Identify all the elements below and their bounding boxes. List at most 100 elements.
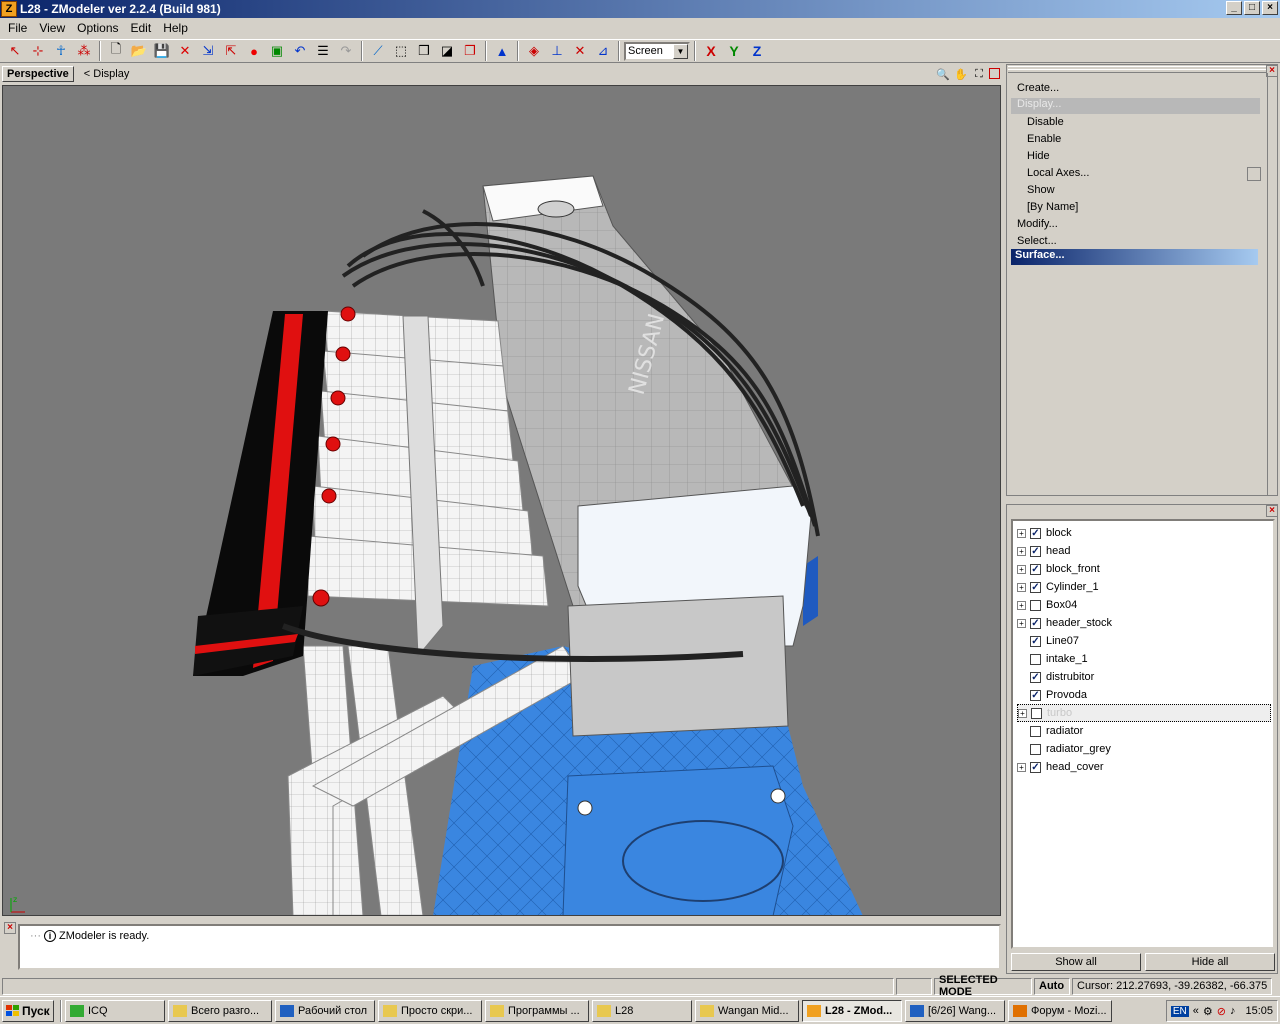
axis-yz-icon[interactable]: ⊿	[592, 40, 614, 62]
visibility-checkbox[interactable]	[1031, 707, 1042, 719]
zoom-icon[interactable]: 🔍	[935, 66, 951, 82]
object-row[interactable]: ✓ Line07	[1017, 632, 1079, 650]
visibility-checkbox[interactable]	[1030, 725, 1041, 737]
object-row[interactable]: + ✓ block_front	[1017, 560, 1100, 578]
visibility-checkbox[interactable]: ✓	[1030, 527, 1041, 539]
object-row[interactable]: + ✓ block	[1017, 524, 1072, 542]
3d-viewport[interactable]: NISSAN z	[2, 85, 1001, 916]
taskbar-button[interactable]: Рабочий стол	[275, 999, 375, 1022]
expand-icon[interactable]: +	[1017, 546, 1026, 556]
taskbar-button[interactable]: Wangan Mid...	[695, 999, 799, 1022]
object-row[interactable]: + turbo	[1017, 704, 1271, 722]
show-all-button[interactable]: Show all	[1011, 953, 1141, 971]
object-row[interactable]: + ✓ Cylinder_1	[1017, 578, 1099, 596]
menu-view[interactable]: View	[33, 21, 71, 35]
visibility-checkbox[interactable]	[1030, 653, 1041, 665]
taskbar-button[interactable]: [6/26] Wang...	[905, 999, 1005, 1022]
taskbar-button[interactable]: Просто скри...	[378, 999, 482, 1022]
object-row[interactable]: ✓ distrubitor	[1017, 668, 1094, 686]
new-file-icon[interactable]: 🗋	[105, 40, 127, 62]
close-list-icon[interactable]: ×	[1266, 505, 1278, 517]
object-row[interactable]: + ✓ head_cover	[1017, 758, 1104, 776]
menu-local-axes[interactable]: Local Axes...	[1027, 167, 1089, 179]
menu-create[interactable]: Create...	[1017, 82, 1059, 94]
menu-select[interactable]: Select...	[1017, 235, 1057, 247]
redo-icon[interactable]: ↷	[335, 40, 357, 62]
visibility-checkbox[interactable]: ✓	[1030, 617, 1041, 629]
sound-icon[interactable]: ♪	[1230, 1005, 1236, 1017]
status-auto[interactable]: Auto	[1034, 977, 1070, 995]
taskbar-button[interactable]: L28	[592, 999, 692, 1022]
record-icon[interactable]: ●	[243, 40, 265, 62]
menu-surface[interactable]: Surface...	[1011, 249, 1258, 265]
visibility-checkbox[interactable]	[1030, 743, 1041, 755]
visibility-checkbox[interactable]: ✓	[1030, 689, 1041, 701]
expand-icon[interactable]: +	[1017, 582, 1026, 592]
import-icon[interactable]: ⇲	[197, 40, 219, 62]
undo-icon[interactable]: ↶	[289, 40, 311, 62]
visibility-checkbox[interactable]: ✓	[1030, 671, 1041, 683]
menu-display[interactable]: Display...	[1011, 98, 1260, 114]
coord-system-select[interactable]: Screen ▼	[624, 41, 690, 61]
snap-icon[interactable]: ◈	[523, 40, 545, 62]
group-tool-icon[interactable]: ⁂	[73, 40, 95, 62]
visibility-checkbox[interactable]: ✓	[1030, 545, 1041, 557]
taskbar-button[interactable]: ICQ	[65, 999, 165, 1022]
visibility-checkbox[interactable]: ✓	[1030, 581, 1041, 593]
close-button[interactable]: ×	[1262, 1, 1278, 15]
tray-arrow-icon[interactable]: «	[1193, 1005, 1199, 1017]
options-box-icon[interactable]	[1247, 167, 1261, 181]
export-icon[interactable]: ⇱	[220, 40, 242, 62]
taskbar-button[interactable]: L28 - ZMod...	[802, 999, 902, 1022]
panel-scrollbar[interactable]	[1267, 73, 1277, 495]
axis-xz-icon[interactable]: ✕	[569, 40, 591, 62]
pick-tool-icon[interactable]: ⊹	[27, 40, 49, 62]
delete-icon[interactable]: ✕	[174, 40, 196, 62]
visibility-checkbox[interactable]: ✓	[1030, 761, 1041, 773]
axis-x-button[interactable]: X	[700, 40, 722, 62]
object-row[interactable]: intake_1	[1017, 650, 1088, 668]
maximize-button[interactable]: □	[1244, 1, 1260, 15]
taskbar-button[interactable]: Форум - Mozi...	[1008, 999, 1112, 1022]
cube-icon[interactable]: ❒	[413, 40, 435, 62]
antivirus-icon[interactable]: ⊘	[1217, 1005, 1226, 1018]
menu-enable[interactable]: Enable	[1027, 133, 1061, 145]
cube-red-icon[interactable]: ❐	[459, 40, 481, 62]
close-log-icon[interactable]: ×	[4, 922, 16, 934]
menu-edit[interactable]: Edit	[125, 21, 158, 35]
menu-file[interactable]: File	[2, 21, 33, 35]
fit-view-icon[interactable]: ⛶	[971, 66, 987, 82]
taskbar-button[interactable]: Всего разго...	[168, 999, 272, 1022]
viewport-tab-perspective[interactable]: Perspective	[2, 66, 74, 82]
start-button[interactable]: Пуск	[2, 999, 54, 1022]
box-view-icon[interactable]: ⬚	[390, 40, 412, 62]
select-tool-icon[interactable]: ↖	[4, 40, 26, 62]
object-row[interactable]: radiator_grey	[1017, 740, 1111, 758]
menu-disable[interactable]: Disable	[1027, 116, 1064, 128]
menu-options[interactable]: Options	[71, 21, 124, 35]
language-indicator[interactable]: EN	[1170, 1005, 1189, 1017]
object-row[interactable]: + ✓ head	[1017, 542, 1070, 560]
expand-icon[interactable]: +	[1017, 528, 1026, 538]
object-row[interactable]: + Box04	[1017, 596, 1077, 614]
texture-icon[interactable]: ▣	[266, 40, 288, 62]
expand-icon[interactable]: +	[1017, 618, 1026, 628]
object-row[interactable]: radiator	[1017, 722, 1083, 740]
cube-solid-icon[interactable]: ◪	[436, 40, 458, 62]
menu-hide[interactable]: Hide	[1027, 150, 1050, 162]
move-tool-icon[interactable]: ▲	[491, 40, 513, 62]
expand-icon[interactable]: +	[1017, 600, 1026, 610]
hide-all-button[interactable]: Hide all	[1145, 953, 1275, 971]
taskbar-button[interactable]: Программы ...	[485, 999, 589, 1022]
axes-icon[interactable]: ⟋	[367, 40, 389, 62]
visibility-checkbox[interactable]: ✓	[1030, 563, 1041, 575]
expand-icon[interactable]: +	[1017, 564, 1026, 574]
viewport-breadcrumb[interactable]: < Display	[84, 68, 130, 80]
object-row[interactable]: + ✓ header_stock	[1017, 614, 1112, 632]
visibility-checkbox[interactable]	[1030, 599, 1041, 611]
figure-tool-icon[interactable]: ☥	[50, 40, 72, 62]
expand-icon[interactable]: +	[1018, 708, 1027, 718]
pan-icon[interactable]: ✋	[953, 66, 969, 82]
object-row[interactable]: ✓ Provoda	[1017, 686, 1087, 704]
expand-icon[interactable]: +	[1017, 762, 1026, 772]
